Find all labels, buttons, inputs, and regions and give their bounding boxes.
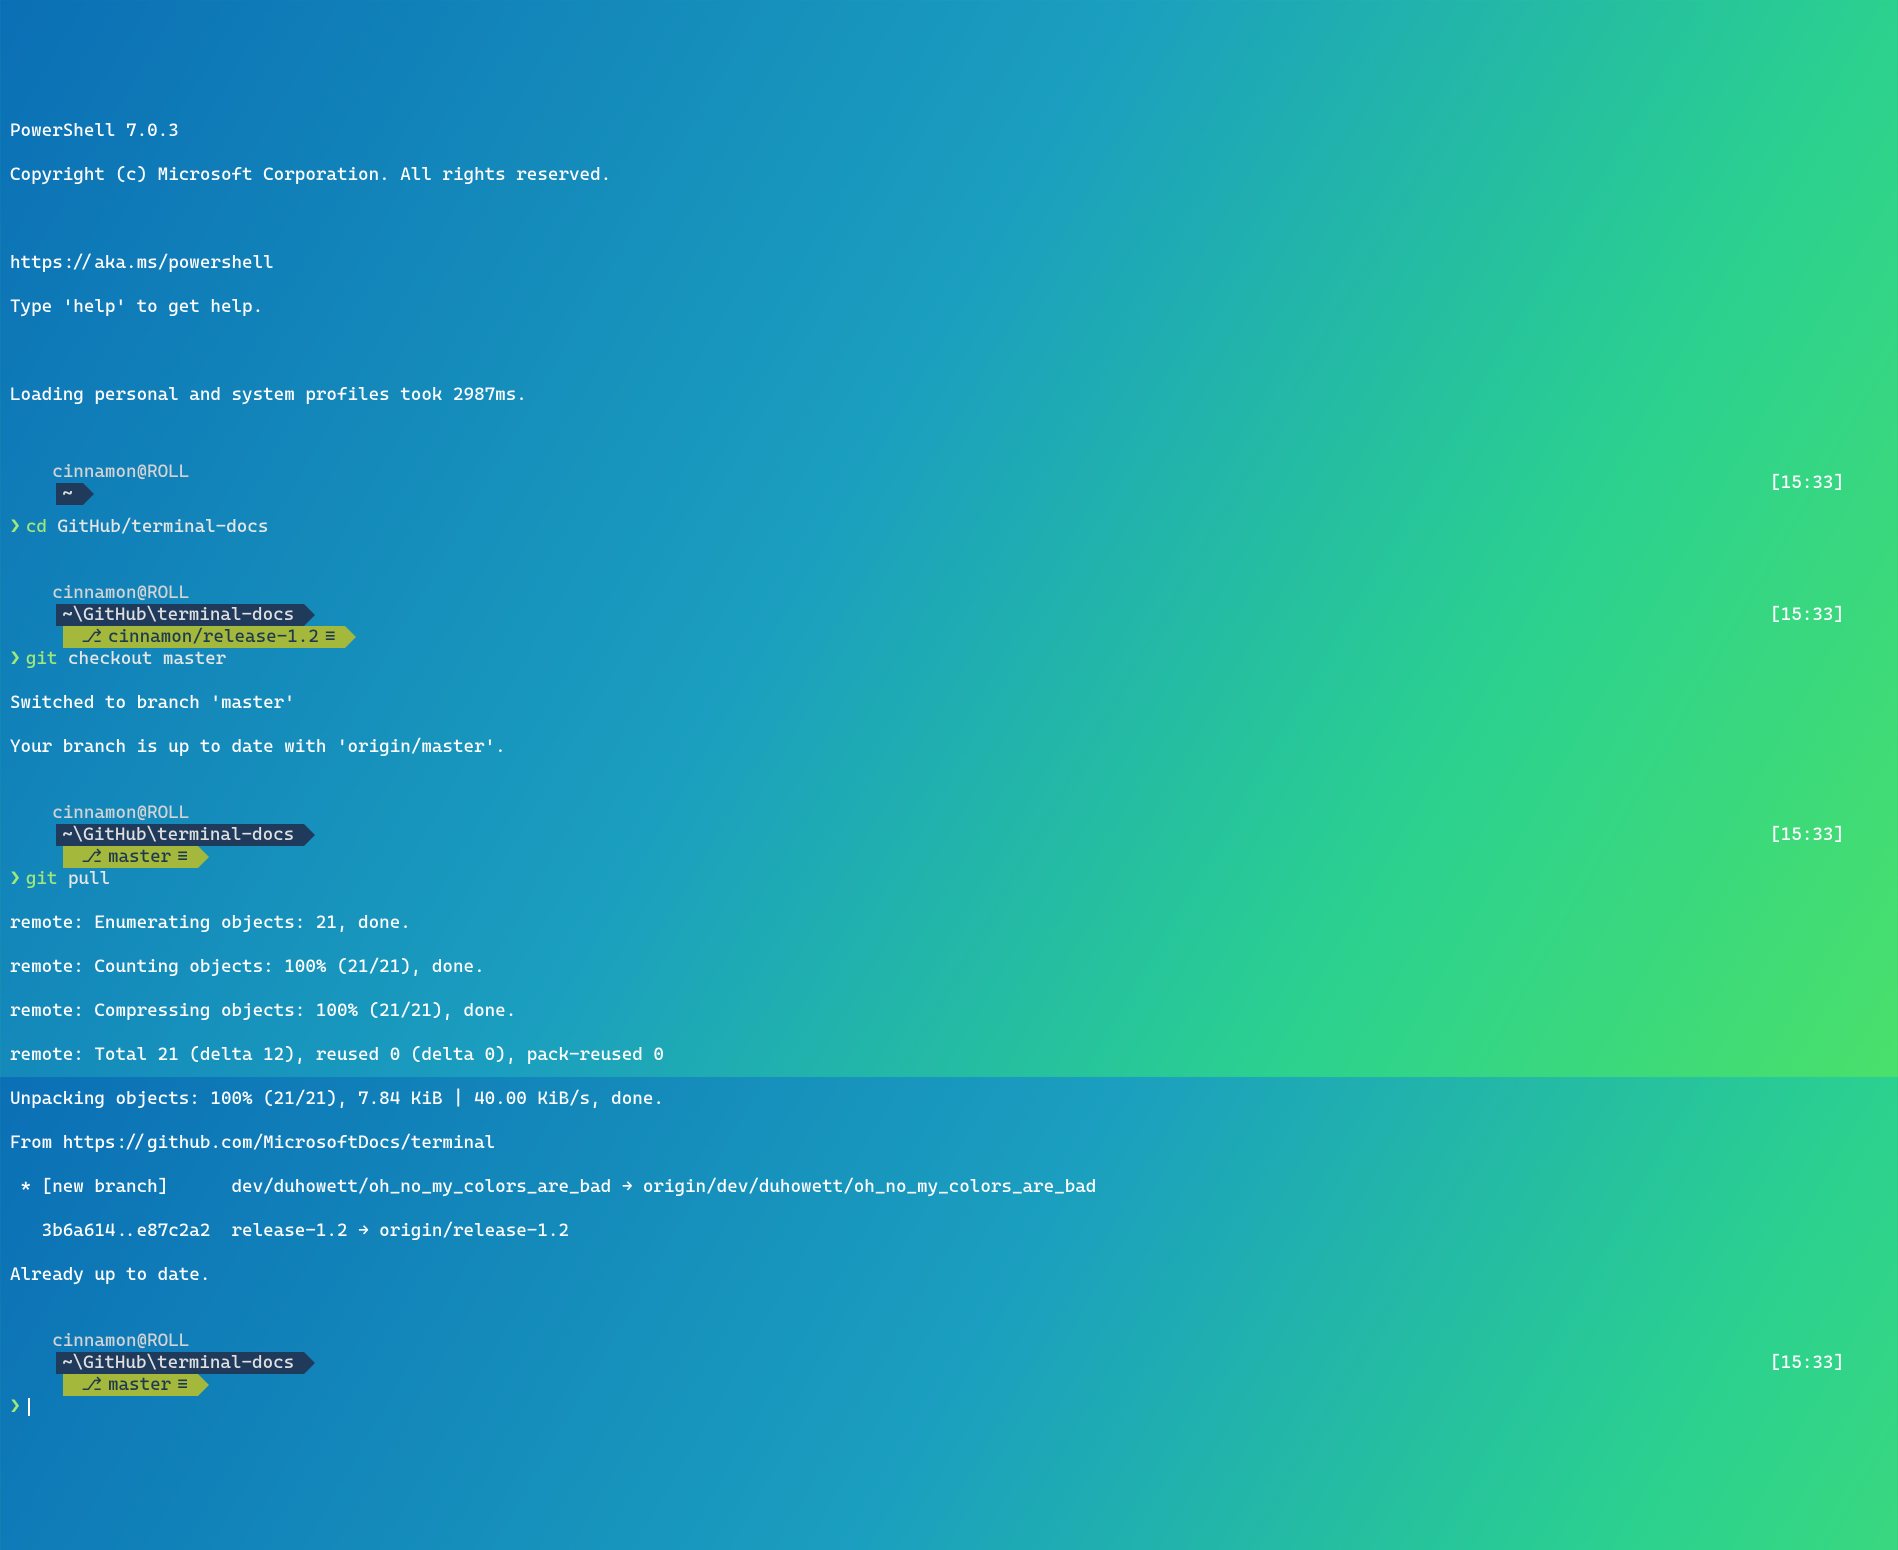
path-segment: ~: [56, 483, 83, 505]
branch-status-icon: ≡: [177, 846, 188, 868]
output-enumerating: remote: Enumerating objects: 21, done.: [10, 912, 411, 934]
terminal-output[interactable]: PowerShell 7.0.3 Copyright (c) Microsoft…: [10, 98, 1888, 1440]
branch-segment: ⎇ master ≡: [63, 846, 198, 868]
cursor: [28, 1398, 30, 1416]
output-newbranch: * [new branch] dev/duhowett/oh_no_my_col…: [10, 1176, 1096, 1198]
command-git: git: [26, 868, 58, 890]
output-ff: 3b6a614..e87c2a2 release-1.2 → origin/re…: [10, 1220, 569, 1242]
prompt-line: cinnamon@ROLL ~\GitHub\terminal-docs ⎇ma…: [10, 824, 1888, 846]
command-cd: cd: [26, 516, 47, 538]
branch-segment: ⎇ cinnamon/release-1.2 ≡: [63, 626, 345, 648]
header-version: PowerShell 7.0.3: [10, 120, 179, 142]
output-counting: remote: Counting objects: 100% (21/21), …: [10, 956, 485, 978]
path-segment: ~\GitHub\terminal-docs: [56, 824, 304, 846]
prompt-glyph: ❯: [10, 516, 21, 538]
timestamp: [15:33]: [1770, 1352, 1888, 1374]
branch-status-icon: ≡: [325, 626, 336, 648]
branch-name: master: [108, 1374, 171, 1396]
branch-icon: ⎇: [81, 1374, 102, 1396]
command-git-args: pull: [68, 868, 110, 890]
prompt-glyph: ❯: [10, 1396, 21, 1418]
path-segment: ~\GitHub\terminal-docs: [56, 604, 304, 626]
timestamp: [15:33]: [1770, 604, 1888, 626]
profiles-load-time: Loading personal and system profiles too…: [10, 384, 527, 406]
output-compressing: remote: Compressing objects: 100% (21/21…: [10, 1000, 516, 1022]
branch-name: cinnamon/release-1.2: [108, 626, 319, 648]
prompt-glyph: ❯: [10, 868, 21, 890]
timestamp: [15:33]: [1770, 824, 1888, 846]
prompt-line: cinnamon@ROLL ~\GitHub\terminal-docs ⎇ci…: [10, 604, 1888, 626]
prompt-line: cinnamon@ROLL ~\GitHub\terminal-docs ⎇ma…: [10, 1352, 1888, 1374]
output-unpacking: Unpacking objects: 100% (21/21), 7.84 Ki…: [10, 1088, 664, 1110]
output-total: remote: Total 21 (delta 12), reused 0 (d…: [10, 1044, 664, 1066]
user-host: cinnamon@ROLL: [52, 1330, 189, 1351]
command-git: git: [26, 648, 58, 670]
branch-icon: ⎇: [81, 626, 102, 648]
header-help: Type 'help' to get help.: [10, 296, 263, 318]
user-host: cinnamon@ROLL: [52, 582, 189, 603]
output-already: Already up to date.: [10, 1264, 210, 1286]
prompt-glyph: ❯: [10, 648, 21, 670]
user-host: cinnamon@ROLL: [52, 461, 189, 482]
header-url: https://aka.ms/powershell: [10, 252, 274, 274]
command-line: ❯ cd GitHub/terminal-docs: [10, 516, 1888, 538]
output-from: From https://github.com/MicrosoftDocs/te…: [10, 1132, 495, 1154]
header-copyright: Copyright (c) Microsoft Corporation. All…: [10, 164, 611, 186]
output-uptodate: Your branch is up to date with 'origin/m…: [10, 736, 506, 758]
prompt-line: cinnamon@ROLL ~ [15:33]: [10, 472, 1888, 494]
branch-status-icon: ≡: [177, 1374, 188, 1396]
branch-name: master: [108, 846, 171, 868]
path-segment: ~\GitHub\terminal-docs: [56, 1352, 304, 1374]
output-switched: Switched to branch 'master': [10, 692, 295, 714]
timestamp: [15:33]: [1770, 472, 1888, 494]
branch-icon: ⎇: [81, 846, 102, 868]
command-git-args: checkout master: [68, 648, 226, 670]
user-host: cinnamon@ROLL: [52, 802, 189, 823]
branch-segment: ⎇ master ≡: [63, 1374, 198, 1396]
command-cd-args: GitHub/terminal-docs: [57, 516, 268, 538]
